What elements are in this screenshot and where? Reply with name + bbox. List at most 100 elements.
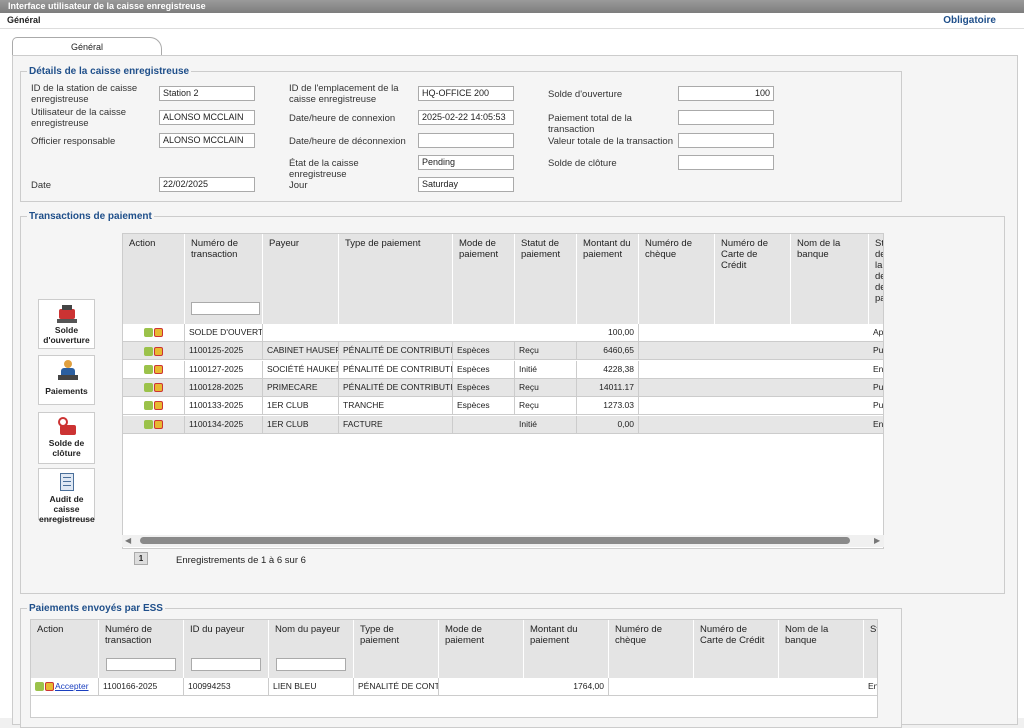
date-label: Date (31, 180, 52, 191)
transaction-number-filter-input[interactable] (106, 658, 176, 671)
column-header[interactable]: Action (31, 620, 99, 678)
transaction-number-filter-input[interactable] (191, 302, 260, 315)
row-actions[interactable] (123, 415, 185, 433)
table-row[interactable]: 1100133-2025 1ER CLUB TRANCHE Espèces Reçu 12… (123, 397, 883, 416)
edit-icon[interactable] (143, 383, 153, 393)
column-header[interactable]: Numéro de chèque (639, 234, 715, 324)
column-header[interactable]: Numéro de Carte de Crédit (715, 234, 791, 324)
column-header[interactable]: Payeur (263, 234, 339, 324)
table-cell: Espèces (453, 378, 515, 396)
column-header[interactable]: Numéro de Carte de Crédit (694, 620, 779, 678)
payments-button[interactable]: Paiements (38, 355, 95, 405)
opening-balance-button[interactable]: Solde d'ouverture (38, 299, 95, 349)
date-field[interactable]: 22/02/2025 (159, 177, 255, 192)
edit-icon[interactable] (35, 682, 44, 692)
required-indicator: Obligatoire (943, 15, 996, 26)
table-cell: CABINET HAUSERMANN (263, 342, 339, 360)
edit-icon[interactable] (143, 346, 153, 356)
edit-icon[interactable] (143, 328, 153, 338)
table-cell: FACTURE (339, 415, 453, 433)
table-row[interactable]: 1100128-2025 PRIMECARE PÉNALITÉ DE CONTRIB… (123, 378, 883, 397)
officer-field[interactable]: ALONSO MCCLAIN (159, 133, 255, 148)
table-cell: En attente (869, 361, 883, 378)
register-audit-button[interactable]: Audit de caisse enregistreuse (38, 468, 95, 524)
scrollbar-thumb[interactable] (140, 537, 850, 544)
column-header[interactable]: Nom de la banque (779, 620, 864, 678)
receipt-icon[interactable] (153, 328, 163, 338)
table-cell: PÉNALITÉ DE CONTRIBUTION (339, 378, 453, 396)
edit-icon[interactable] (143, 364, 153, 374)
total-payment-field[interactable] (678, 110, 774, 125)
row-actions[interactable] (123, 360, 185, 378)
table-row[interactable]: Accepter 1100166-2025 100994253 LIEN BLEU PÉ… (31, 678, 877, 696)
closing-balance-button[interactable]: Solde de clôture (38, 412, 95, 464)
table-row[interactable]: 1100134-2025 1ER CLUB FACTURE Initié 0,00 En … (123, 415, 883, 434)
table-row[interactable]: 1100125-2025CABINET HAUSERMANNPÉNALITÉ D… (123, 342, 883, 361)
receipt-icon[interactable] (153, 346, 163, 356)
sub-header: Général Obligatoire (0, 13, 1024, 29)
login-datetime-field[interactable]: 2025-02-22 14:05:53 (418, 110, 514, 125)
table-cell: Publié (869, 342, 883, 359)
column-header[interactable]: Montant du paiement (577, 234, 639, 324)
tab-general[interactable]: Général (12, 37, 162, 56)
table-cell: Espèces (453, 397, 515, 415)
row-actions[interactable] (123, 397, 185, 415)
table-row[interactable]: 1100127-2025 SOCIÉTÉ HAUKEN PÉNALITÉ DE CO… (123, 360, 883, 379)
accept-link[interactable]: Accepter (55, 681, 89, 691)
column-header[interactable]: Action (123, 234, 185, 324)
table-cell: Initié (515, 415, 577, 433)
receipt-icon[interactable] (153, 419, 163, 429)
audit-icon (54, 472, 80, 494)
table-cell: Publié (869, 379, 883, 396)
edit-icon[interactable] (143, 401, 153, 411)
receipt-icon[interactable] (153, 383, 163, 393)
location-id-field[interactable]: HQ-OFFICE 200 (418, 86, 514, 101)
column-header[interactable]: Montant du paiement (524, 620, 609, 678)
column-header[interactable]: Mode de paiement (453, 234, 515, 324)
transactions-horizontal-scrollbar[interactable]: ◀ ▶ (122, 535, 884, 547)
column-header[interactable]: Statut de paiement (515, 234, 577, 324)
row-actions[interactable]: Accepter (31, 678, 99, 695)
table-cell: 1ER CLUB (263, 415, 339, 433)
table-cell: PÉNALITÉ DE CONTRIBUTION (339, 342, 453, 360)
cashier-user-field[interactable]: ALONSO MCCLAIN (159, 110, 255, 125)
receipt-icon[interactable] (45, 682, 54, 692)
station-id-field[interactable]: Station 2 (159, 86, 255, 101)
column-header[interactable]: Nom de la banque (791, 234, 869, 324)
column-header[interactable]: St (864, 620, 877, 678)
column-header[interactable]: Numéro de chèque (609, 620, 694, 678)
closing-balance-label: Solde de clôture (548, 158, 617, 169)
total-payment-label: Paiement total de la transaction (548, 113, 632, 135)
row-actions[interactable] (123, 378, 185, 396)
day-field[interactable]: Saturday (418, 177, 514, 192)
table-cell: 1100127-2025 (185, 360, 263, 378)
closing-balance-field[interactable] (678, 155, 774, 170)
table-cell: Reçu (515, 397, 577, 415)
edit-icon[interactable] (143, 419, 153, 429)
table-row[interactable]: SOLDE D'OUVERTURE 100,00 Approuvé (123, 324, 883, 342)
location-id-label: ID de l'emplacement de la caisse enregis… (289, 83, 399, 105)
register-state-field[interactable]: Pending (418, 155, 514, 170)
logout-datetime-field[interactable] (418, 133, 514, 148)
table-cell: En attente (864, 678, 877, 695)
payer-id-filter-input[interactable] (191, 658, 261, 671)
page-1-button[interactable]: 1 (134, 552, 148, 565)
column-header[interactable]: Mode de paiement (439, 620, 524, 678)
register-state-label: État de la caisse enregistreuse (289, 158, 359, 180)
row-actions[interactable] (123, 324, 185, 341)
table-cell: 1100125-2025 (185, 342, 263, 360)
opening-balance-label: Solde d'ouverture (548, 89, 623, 100)
table-cell: Espèces (453, 342, 515, 360)
scroll-left-icon[interactable]: ◀ (125, 536, 131, 545)
receipt-icon[interactable] (153, 364, 163, 374)
column-header[interactable]: Type de paiement (354, 620, 439, 678)
column-header[interactable]: Statut de la demande de paie (869, 234, 883, 324)
register-icon (54, 303, 80, 325)
payer-name-filter-input[interactable] (276, 658, 346, 671)
total-value-field[interactable] (678, 133, 774, 148)
receipt-icon[interactable] (153, 401, 163, 411)
row-actions[interactable] (123, 342, 185, 360)
opening-balance-field[interactable]: 100 (678, 86, 774, 101)
scroll-right-icon[interactable]: ▶ (874, 536, 880, 545)
column-header[interactable]: Type de paiement (339, 234, 453, 324)
